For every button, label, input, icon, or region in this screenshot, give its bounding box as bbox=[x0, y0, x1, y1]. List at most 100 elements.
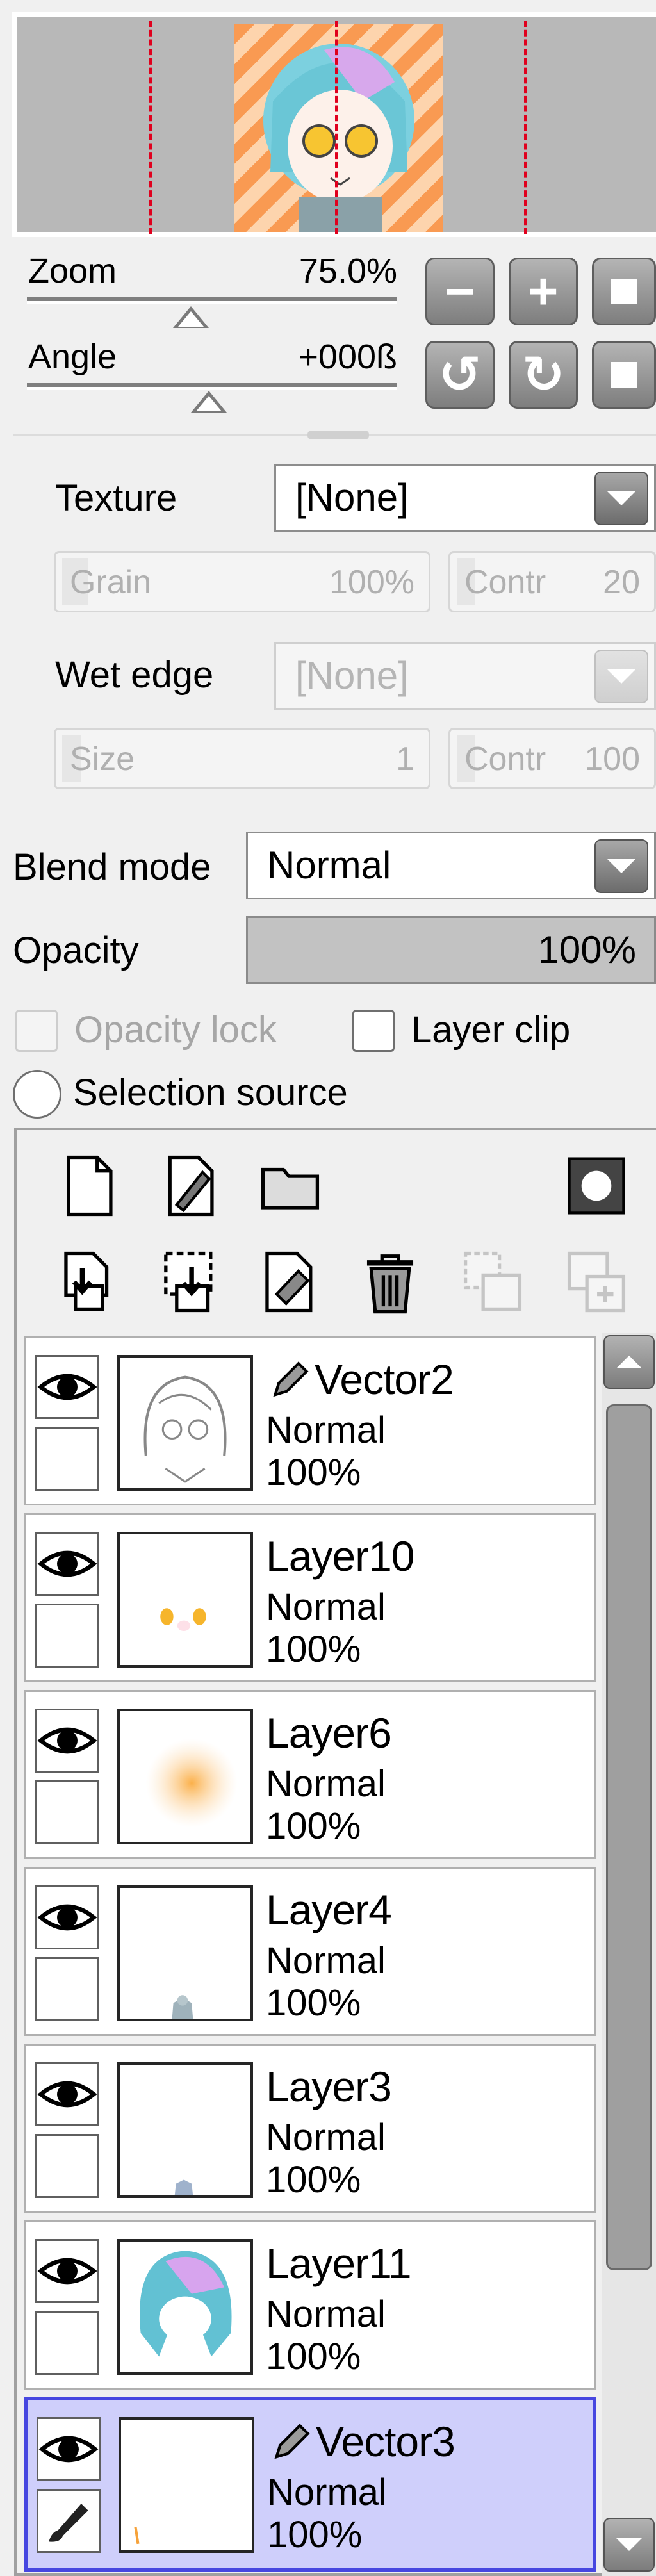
opacity-lock-checkbox[interactable] bbox=[15, 1010, 58, 1052]
scroll-up-button[interactable] bbox=[603, 1335, 655, 1389]
layer-blend-mode: Normal bbox=[266, 2117, 386, 2158]
layer-thumbnail bbox=[119, 2417, 254, 2553]
layer-name: Vector3 bbox=[316, 2418, 455, 2465]
square-icon bbox=[611, 362, 637, 388]
layer-opacity: 100% bbox=[266, 1628, 361, 1670]
chevron-up-icon bbox=[616, 1356, 642, 1368]
angle-slider-track[interactable] bbox=[27, 383, 397, 390]
texture-contrast-value: 20 bbox=[603, 564, 640, 601]
delete-layer-icon[interactable] bbox=[356, 1248, 424, 1316]
eye-icon bbox=[38, 2419, 99, 2482]
layer-clip-checkbox[interactable] bbox=[352, 1010, 395, 1052]
transfer-down-icon[interactable] bbox=[55, 1248, 123, 1316]
wet-contrast-label: Contr bbox=[464, 741, 546, 778]
wet-edge-label: Wet edge bbox=[55, 654, 214, 696]
wet-contrast-field[interactable]: Contr 100 bbox=[448, 728, 656, 789]
layer-link-checkbox[interactable] bbox=[35, 2311, 99, 2375]
merge-visible-icon[interactable] bbox=[562, 1248, 630, 1316]
blend-mode-value: Normal bbox=[267, 844, 391, 887]
layer-row[interactable]: Vector2 Normal 100% bbox=[24, 1336, 596, 1505]
grain-field[interactable]: Grain 100% bbox=[54, 551, 430, 612]
layer-row[interactable]: Layer10 Normal 100% bbox=[24, 1513, 596, 1682]
selection-source-radio[interactable] bbox=[13, 1070, 62, 1119]
active-layer-indicator[interactable] bbox=[37, 2489, 101, 2553]
zoom-reset-button[interactable] bbox=[592, 258, 656, 325]
layer-row[interactable]: Vector3 Normal 100% bbox=[24, 2397, 596, 2572]
layer-row[interactable]: Layer3 Normal 100% bbox=[24, 2044, 596, 2213]
layer-link-checkbox[interactable] bbox=[35, 1604, 99, 1668]
layer-name: Layer11 bbox=[266, 2240, 412, 2287]
chevron-down-icon[interactable] bbox=[594, 650, 648, 703]
new-linework-layer-icon[interactable] bbox=[156, 1152, 224, 1220]
size-value: 1 bbox=[396, 741, 414, 778]
visibility-toggle[interactable] bbox=[35, 2239, 99, 2303]
panel-resize-grip[interactable] bbox=[308, 431, 369, 439]
chevron-down-icon[interactable] bbox=[594, 839, 648, 893]
layer-blend-mode: Normal bbox=[266, 2293, 386, 2335]
layer-opacity: 100% bbox=[267, 2514, 363, 2555]
chevron-down-icon[interactable] bbox=[594, 472, 648, 525]
layer-name: Layer6 bbox=[266, 1709, 392, 1757]
eye-icon bbox=[37, 1534, 97, 1597]
layer-clip-label: Layer clip bbox=[411, 1009, 571, 1051]
visibility-toggle[interactable] bbox=[35, 1709, 99, 1773]
size-field[interactable]: Size 1 bbox=[54, 728, 430, 789]
layer-row[interactable]: Layer6 Normal 100% bbox=[24, 1690, 596, 1859]
layer-mask-icon[interactable] bbox=[562, 1152, 630, 1220]
layer-blend-mode: Normal bbox=[266, 1940, 386, 1981]
eye-icon bbox=[37, 1357, 97, 1420]
layer-link-checkbox[interactable] bbox=[35, 1427, 99, 1491]
rotate-reset-button[interactable] bbox=[592, 341, 656, 409]
layer-opacity: 100% bbox=[266, 1982, 361, 2024]
layer-thumbnail bbox=[117, 2239, 253, 2375]
opacity-label: Opacity bbox=[13, 930, 139, 971]
grain-value: 100% bbox=[329, 564, 414, 601]
layer-name: Vector2 bbox=[315, 1356, 454, 1403]
layer-thumbnail bbox=[117, 1355, 253, 1491]
scrollbar-thumb[interactable] bbox=[606, 1404, 652, 2270]
zoom-out-button[interactable]: − bbox=[425, 258, 495, 325]
texture-contrast-label: Contr bbox=[464, 564, 546, 601]
zoom-in-button[interactable]: + bbox=[509, 258, 578, 325]
layer-blend-mode: Normal bbox=[267, 2472, 387, 2513]
rotate-left-button[interactable]: ↺ bbox=[425, 341, 495, 409]
minus-icon: − bbox=[445, 263, 475, 320]
layer-thumbnail bbox=[117, 1885, 253, 2021]
eye-icon bbox=[37, 1887, 97, 1951]
size-label: Size bbox=[70, 741, 135, 778]
rotate-right-button[interactable]: ↻ bbox=[509, 341, 578, 409]
brush-icon bbox=[40, 2492, 97, 2553]
rotate-left-icon: ↺ bbox=[438, 346, 482, 403]
layer-link-checkbox[interactable] bbox=[35, 2134, 99, 2198]
canvas-thumbnail bbox=[234, 24, 443, 232]
layer-link-checkbox[interactable] bbox=[35, 1957, 99, 2021]
visibility-toggle[interactable] bbox=[35, 1355, 99, 1419]
visibility-toggle[interactable] bbox=[35, 1885, 99, 1949]
layer-name: Layer3 bbox=[266, 2063, 392, 2110]
layer-row[interactable]: Layer4 Normal 100% bbox=[24, 1867, 596, 2036]
layer-row[interactable]: Layer11 Normal 100% bbox=[24, 2220, 596, 2390]
layer-thumbnail bbox=[117, 2062, 253, 2198]
layer-blend-mode: Normal bbox=[266, 1409, 386, 1451]
opacity-slider[interactable]: 100% bbox=[246, 916, 656, 984]
merge-down-icon[interactable] bbox=[156, 1248, 224, 1316]
angle-label: Angle bbox=[28, 338, 117, 376]
new-folder-icon[interactable] bbox=[256, 1152, 324, 1220]
visibility-toggle[interactable] bbox=[35, 2062, 99, 2126]
angle-slider-thumb[interactable] bbox=[191, 391, 227, 413]
layer-thumbnail bbox=[117, 1709, 253, 1844]
scroll-down-button[interactable] bbox=[603, 2518, 655, 2572]
selection-source-label: Selection source bbox=[73, 1072, 348, 1113]
texture-contrast-field[interactable]: Contr 20 bbox=[448, 551, 656, 612]
merge-selected-icon[interactable] bbox=[459, 1248, 527, 1316]
layer-blend-mode: Normal bbox=[266, 1763, 386, 1805]
zoom-slider-track[interactable] bbox=[27, 297, 397, 304]
opacity-lock-label: Opacity lock bbox=[74, 1009, 277, 1051]
visibility-toggle[interactable] bbox=[37, 2417, 101, 2481]
zoom-slider-thumb[interactable] bbox=[173, 306, 209, 328]
layer-link-checkbox[interactable] bbox=[35, 1780, 99, 1844]
new-layer-icon[interactable] bbox=[55, 1152, 123, 1220]
guide-line-right bbox=[524, 21, 527, 234]
clear-layer-icon[interactable] bbox=[256, 1248, 324, 1316]
visibility-toggle[interactable] bbox=[35, 1532, 99, 1596]
